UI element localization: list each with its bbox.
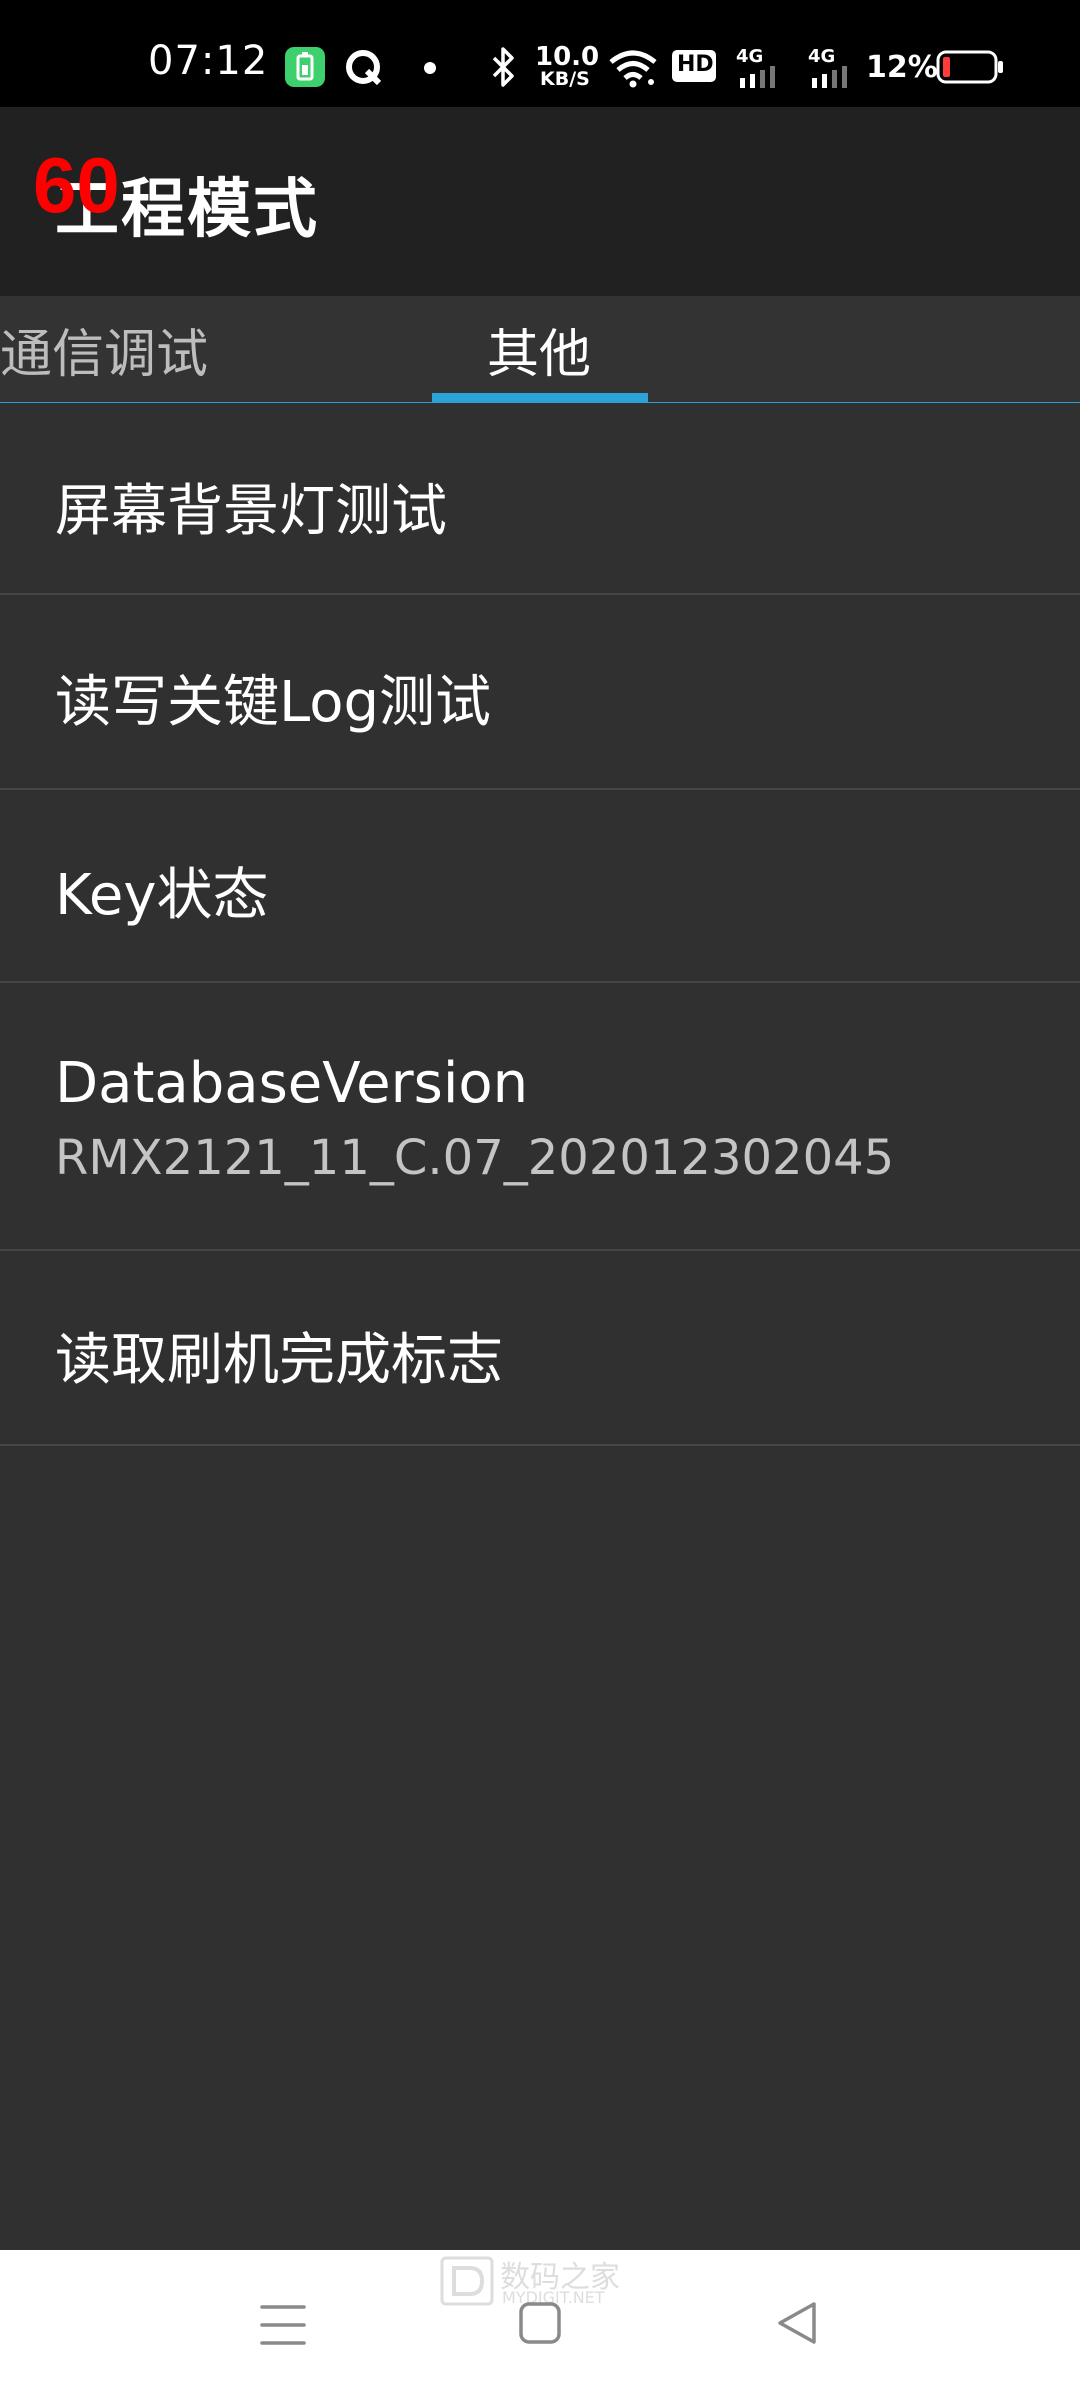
signal-icon — [812, 66, 847, 88]
item-title: 读写关键Log测试 — [55, 670, 492, 735]
list-item-flash-flag[interactable]: 读取刷机完成标志 — [0, 1251, 1080, 1446]
item-subtitle: RMX2121_11_C.07_202012302045 — [55, 1130, 895, 1186]
net-speed-unit: KB/S — [540, 68, 590, 90]
battery-saver-icon — [285, 47, 325, 87]
tab-indicator — [432, 393, 648, 402]
signal1-label: 4G — [736, 46, 764, 67]
menu-icon[interactable] — [258, 2302, 308, 2348]
list-item-log-test[interactable]: 读写关键Log测试 — [0, 595, 1080, 790]
list-item-database-version[interactable]: DatabaseVersion RMX2121_11_C.07_20201230… — [0, 983, 1080, 1251]
fps-overlay-icon: 60 — [33, 150, 120, 220]
status-bar: 07:12 10.0 KB/S HD 4G 4G 12% — [0, 0, 1080, 107]
back-icon[interactable] — [774, 2300, 820, 2346]
hd-icon: HD — [672, 50, 716, 82]
battery-percent: 12% — [866, 50, 938, 85]
tab-other[interactable]: 其他 — [487, 312, 591, 387]
watermark-logo-icon — [440, 2256, 494, 2306]
watermark-sub: MYDIGIT.NET — [502, 2288, 605, 2307]
signal2-label: 4G — [808, 46, 836, 67]
tab-comm-debug[interactable]: 通信调试 — [0, 312, 208, 387]
item-title: Key状态 — [55, 863, 269, 928]
status-time: 07:12 — [148, 38, 269, 84]
list-item-key-status[interactable]: Key状态 — [0, 790, 1080, 983]
signal-icon — [740, 66, 775, 88]
watermark: 数码之家 MYDIGIT.NET — [440, 2252, 640, 2308]
wifi-icon — [609, 50, 657, 88]
app-notification-icon — [346, 50, 382, 86]
item-title: 读取刷机完成标志 — [55, 1328, 503, 1393]
hd-label: HD — [677, 52, 714, 77]
dot-icon — [424, 62, 436, 74]
bluetooth-icon — [492, 47, 514, 87]
fps-overlay-text: 60 — [33, 150, 120, 220]
item-title: DatabaseVersion — [55, 1051, 529, 1116]
item-title: 屏幕背景灯测试 — [55, 479, 447, 544]
battery-icon — [936, 50, 1003, 84]
list-item-backlight-test[interactable]: 屏幕背景灯测试 — [0, 403, 1080, 595]
